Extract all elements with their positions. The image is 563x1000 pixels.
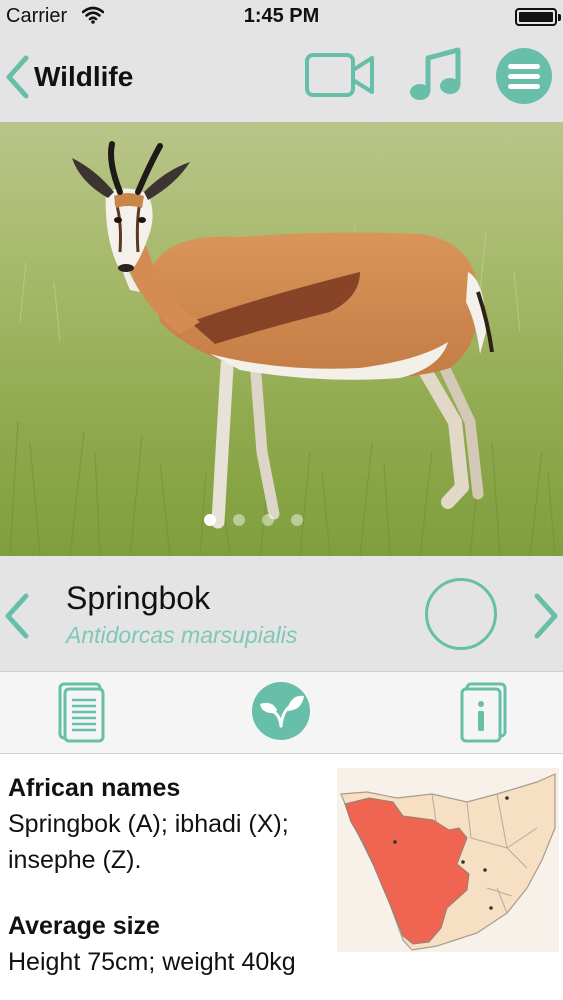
page-dot[interactable] — [291, 514, 303, 526]
mark-seen-toggle[interactable] — [425, 578, 497, 650]
african-names-heading: African names — [8, 774, 181, 802]
leaf-icon — [252, 682, 310, 740]
tab-notes[interactable] — [56, 680, 108, 749]
page-dot[interactable] — [204, 514, 216, 526]
species-latin-name: Antidorcas marsupialis — [66, 622, 298, 648]
gallery-page-indicator[interactable] — [0, 514, 535, 526]
average-size-heading: Average size — [8, 912, 160, 940]
battery-icon — [515, 8, 561, 26]
video-camera-icon[interactable] — [304, 46, 376, 107]
species-details: African names Springbok (A); ibhadi (X);… — [0, 754, 563, 1000]
species-photo[interactable] — [0, 122, 563, 556]
notes-icon — [58, 682, 105, 743]
tab-ecology[interactable] — [250, 680, 312, 747]
back-label: Wildlife — [34, 61, 134, 92]
species-name: Springbok — [66, 580, 211, 616]
music-note-icon[interactable] — [406, 46, 466, 111]
nav-bar: Wildlife — [0, 34, 563, 122]
menu-icon[interactable] — [494, 46, 554, 111]
chevron-left-icon — [5, 593, 29, 639]
info-icon — [460, 682, 507, 743]
page-dot[interactable] — [233, 514, 245, 526]
detail-tabs — [0, 672, 563, 754]
african-names-text: Springbok (A); ibhadi (X); insephe (Z). — [8, 810, 289, 874]
next-species-button[interactable] — [531, 592, 561, 645]
average-size-text: Height 75cm; weight 40kg — [8, 948, 296, 976]
back-button[interactable]: Wildlife — [4, 52, 133, 102]
previous-species-button[interactable] — [2, 592, 32, 645]
distribution-map[interactable] — [337, 768, 559, 952]
page-dot[interactable] — [262, 514, 274, 526]
chevron-right-icon — [534, 593, 558, 639]
species-header: Springbok Antidorcas marsupialis — [0, 556, 563, 672]
status-bar: Carrier 1:45 PM — [0, 0, 563, 34]
chevron-left-icon — [6, 55, 29, 99]
tab-info[interactable] — [458, 680, 510, 749]
clock: 1:45 PM — [243, 5, 320, 27]
